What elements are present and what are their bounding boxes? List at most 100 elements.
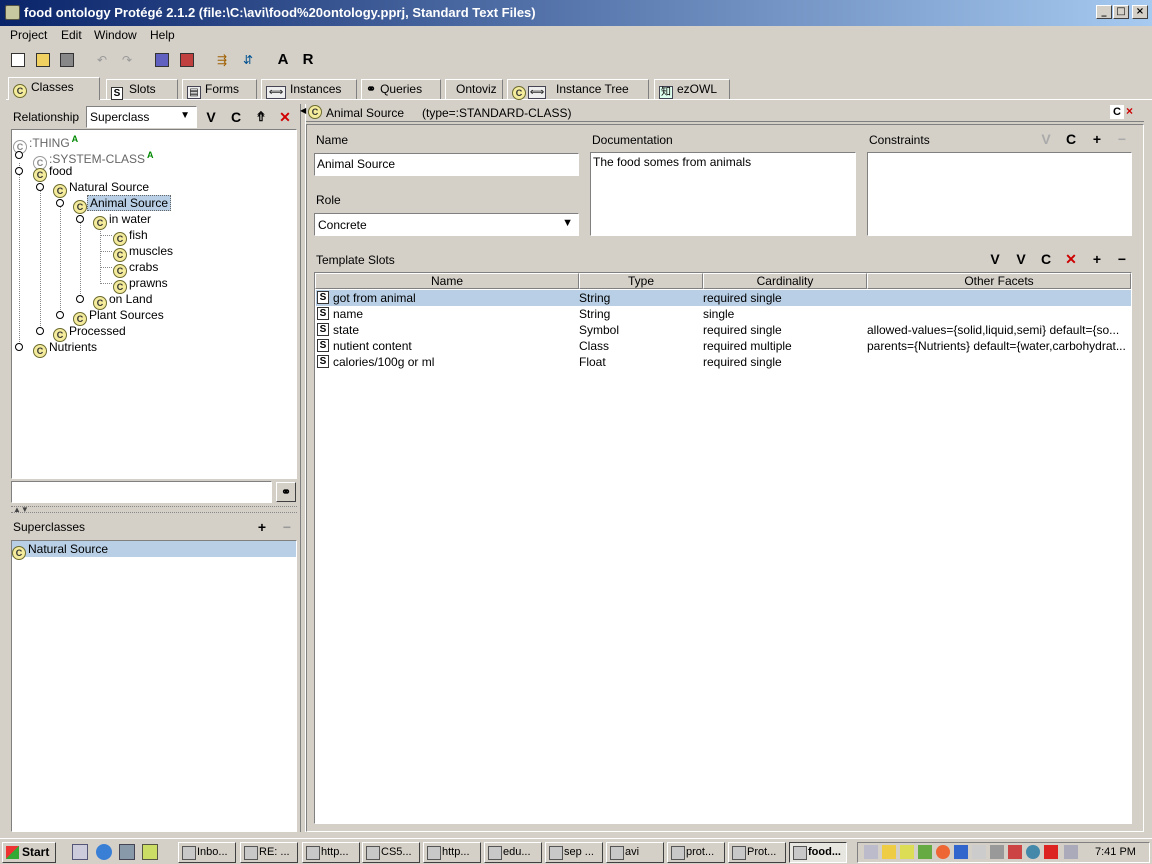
menu-edit[interactable]: Edit xyxy=(61,28,82,42)
maximize-button[interactable]: □ xyxy=(1113,5,1129,19)
tree-item-natural-source[interactable]: C Natural Source xyxy=(53,179,151,198)
tray-icon[interactable] xyxy=(954,845,968,859)
tree-item-fish[interactable]: Cfish xyxy=(113,227,150,246)
tree-item-muscles[interactable]: Cmuscles xyxy=(113,243,175,262)
tree-item-on-land[interactable]: Con Land xyxy=(93,291,154,310)
tray-icon[interactable] xyxy=(1064,845,1078,859)
remove-superclass-button[interactable]: − xyxy=(278,518,296,536)
taskbar-item[interactable]: Inbo... xyxy=(178,842,236,863)
tree-item-plant-sources[interactable]: C Plant Sources xyxy=(73,307,166,326)
tree-item-system-class[interactable]: C:SYSTEM-CLASS A xyxy=(33,147,154,170)
tray-icon[interactable] xyxy=(1008,845,1022,859)
delete-icon[interactable] xyxy=(178,52,196,70)
new-project-icon[interactable] xyxy=(9,52,27,70)
close-icon[interactable]: × xyxy=(1126,104,1133,118)
menu-project[interactable]: Project xyxy=(10,28,47,42)
taskbar-item[interactable]: CS5... xyxy=(362,842,420,863)
close-button[interactable]: × xyxy=(1132,5,1148,19)
tab-classes[interactable]: C Classes xyxy=(8,77,100,100)
tree-item-prawns[interactable]: Cprawns xyxy=(113,275,170,294)
tree-item-crabs[interactable]: Ccrabs xyxy=(113,259,160,278)
table-row[interactable]: S calories/100g or ml Float required sin… xyxy=(316,354,1131,370)
tree-item-food[interactable]: Cfood xyxy=(33,163,74,182)
superclass-item[interactable]: C Natural Source xyxy=(12,541,296,560)
v-button[interactable]: V xyxy=(1037,130,1055,148)
table-row[interactable]: S name String single xyxy=(316,306,1131,322)
volume-icon[interactable] xyxy=(972,845,986,859)
save-project-icon[interactable] xyxy=(58,52,76,70)
minimize-button[interactable]: _ xyxy=(1096,5,1112,19)
v-button[interactable]: V xyxy=(202,108,220,126)
find-binoculars-icon[interactable]: ⚭ xyxy=(276,482,296,502)
menu-window[interactable]: Window xyxy=(94,28,137,42)
tab-slots[interactable]: S Slots xyxy=(106,79,178,100)
taskbar-item[interactable]: food... xyxy=(789,842,847,863)
tab-queries[interactable]: ⚭ Queries xyxy=(361,79,441,99)
internet-explorer-icon[interactable] xyxy=(96,844,112,860)
relationship-select[interactable]: Superclass ▼ xyxy=(86,106,197,128)
create-slot-icon[interactable]: C xyxy=(1037,250,1055,268)
expand-handle-icon[interactable] xyxy=(15,151,23,159)
add-slot-button[interactable]: + xyxy=(1088,250,1106,268)
name-field[interactable]: Animal Source xyxy=(314,153,579,176)
column-header-type[interactable]: Type xyxy=(579,273,703,289)
copy-icon[interactable] xyxy=(153,52,171,70)
remove-slot-button[interactable]: − xyxy=(1113,250,1131,268)
add-constraint-button[interactable]: + xyxy=(1088,130,1106,148)
taskbar-item[interactable]: prot... xyxy=(667,842,725,863)
collapse-handle-icon[interactable] xyxy=(56,199,64,207)
tray-icon[interactable] xyxy=(918,845,932,859)
tree-item-processed[interactable]: C Processed xyxy=(53,323,128,342)
tab-forms[interactable]: ▤ Forms xyxy=(182,79,257,99)
tray-icon[interactable] xyxy=(1026,845,1040,859)
expand-handle-icon[interactable] xyxy=(56,311,64,319)
table-row[interactable]: S got from animal String required single xyxy=(316,290,1131,306)
tray-icon[interactable] xyxy=(900,845,914,859)
hierarchy-icon[interactable]: ⇮ xyxy=(252,108,270,126)
collapse-handle-icon[interactable] xyxy=(15,167,23,175)
redo-icon[interactable]: ↷ xyxy=(118,52,136,70)
expand-handle-icon[interactable] xyxy=(15,343,23,351)
tab-instances[interactable]: ⟺ Instances xyxy=(261,79,357,99)
taskbar-item[interactable]: RE: ... xyxy=(240,842,298,863)
tree-item-thing[interactable]: C:THING A xyxy=(13,131,78,154)
show-desktop-icon[interactable] xyxy=(72,844,88,860)
taskbar-item[interactable]: sep ... xyxy=(545,842,603,863)
open-project-icon[interactable] xyxy=(34,52,52,70)
quicklaunch-icon[interactable] xyxy=(119,844,135,860)
tray-icon[interactable] xyxy=(936,845,950,859)
undo-icon[interactable]: ↶ xyxy=(93,52,111,70)
taskbar-item[interactable]: http... xyxy=(302,842,360,863)
view-facets-icon[interactable]: V xyxy=(1012,250,1030,268)
c-button[interactable]: C xyxy=(1110,105,1124,119)
expand-handle-icon[interactable] xyxy=(36,327,44,335)
table-row[interactable]: S state Symbol required single allowed-v… xyxy=(316,322,1131,338)
hierarchy-down-icon[interactable]: ⇵ xyxy=(239,52,257,70)
c-button[interactable]: C xyxy=(227,108,245,126)
tab-ezowl[interactable]: 知 ezOWL xyxy=(654,79,730,99)
zonealarm-icon[interactable] xyxy=(1044,845,1058,859)
r-button[interactable]: R xyxy=(299,52,317,70)
tray-icon[interactable] xyxy=(882,845,896,859)
delete-class-icon[interactable]: ✕ xyxy=(276,108,294,126)
taskbar-item[interactable]: edu... xyxy=(484,842,542,863)
tree-item-animal-source[interactable]: C Animal Source xyxy=(73,195,172,214)
network-icon[interactable] xyxy=(990,845,1004,859)
remove-slot-icon[interactable]: ✕ xyxy=(1062,250,1080,268)
tab-instance-tree[interactable]: C ⟺ Instance Tree xyxy=(507,79,649,100)
taskbar-item[interactable]: Prot... xyxy=(728,842,786,863)
splitter-arrows-icon[interactable]: ▲▼ xyxy=(13,505,29,514)
expand-handle-icon[interactable] xyxy=(76,295,84,303)
tree-item-nutrients[interactable]: C Nutrients xyxy=(33,339,99,358)
view-slot-icon[interactable]: V xyxy=(986,250,1004,268)
documentation-field[interactable]: The food somes from animals xyxy=(590,152,856,236)
quicklaunch-icon[interactable] xyxy=(142,844,158,860)
start-button[interactable]: Start xyxy=(2,842,56,863)
collapse-handle-icon[interactable] xyxy=(76,215,84,223)
table-row[interactable]: S nutient content Class required multipl… xyxy=(316,338,1131,354)
taskbar-item[interactable]: avi xyxy=(606,842,664,863)
hierarchy-up-icon[interactable]: ⇶ xyxy=(213,52,231,70)
class-search-input[interactable] xyxy=(11,481,272,503)
tab-ontoviz[interactable]: Ontoviz xyxy=(445,79,503,99)
column-header-cardinality[interactable]: Cardinality xyxy=(703,273,867,289)
